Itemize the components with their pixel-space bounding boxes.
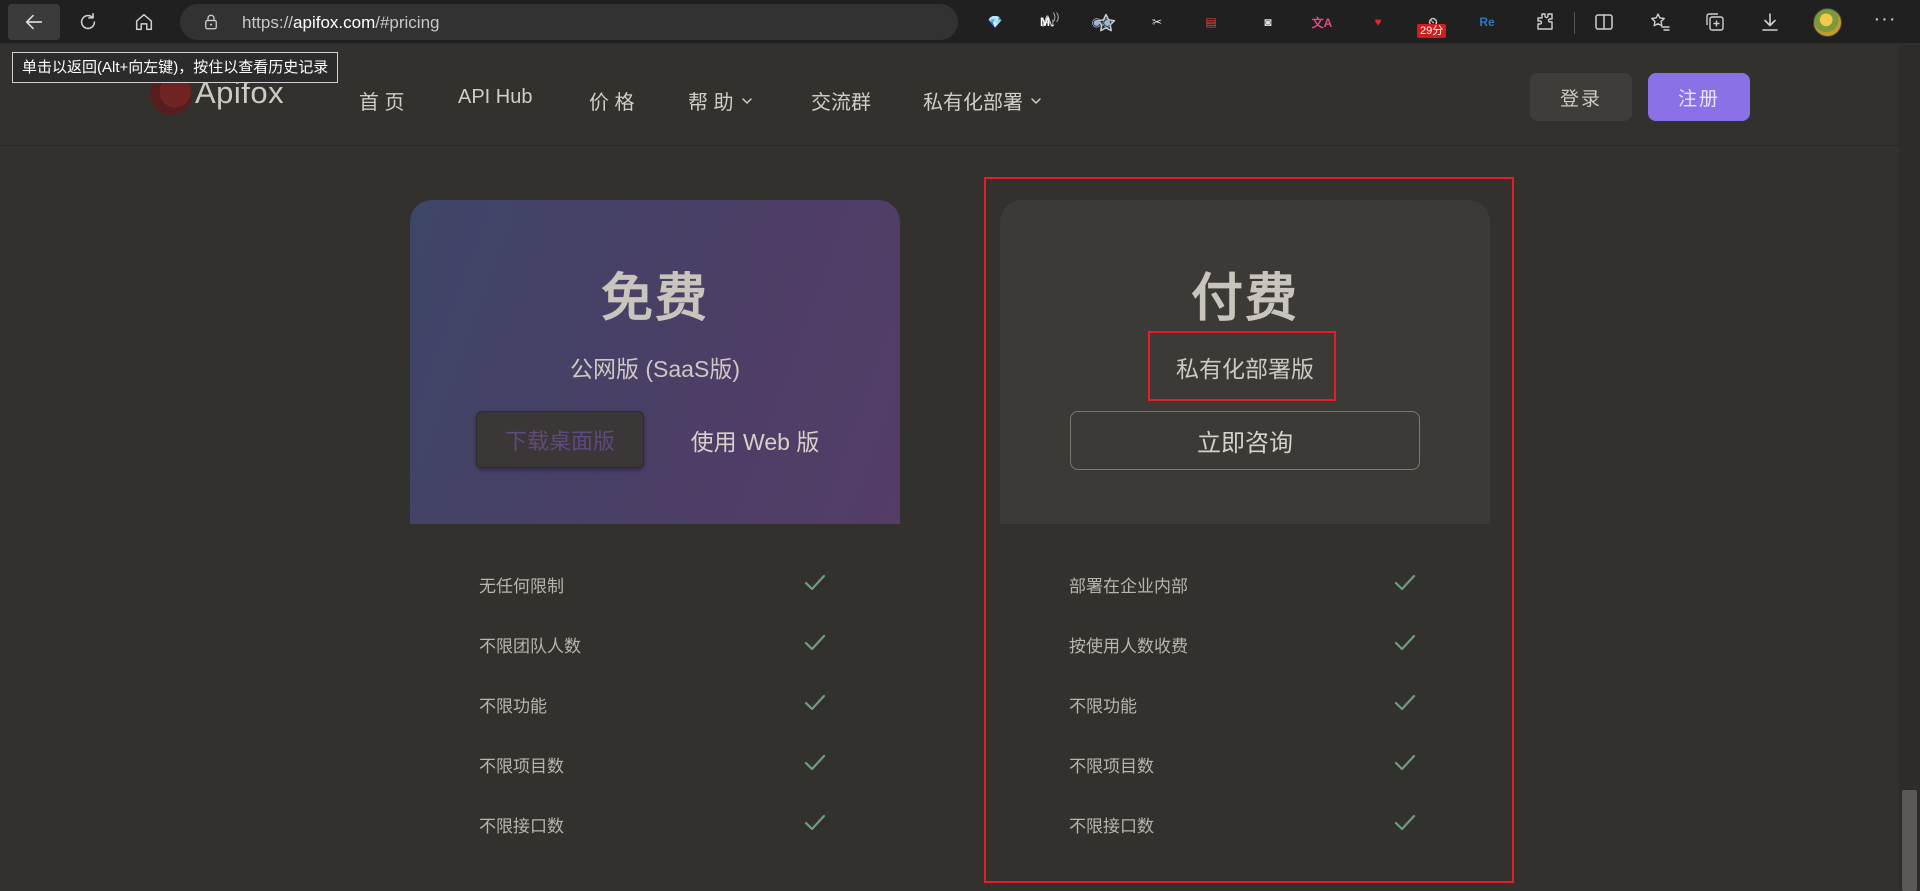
- feature-label: 按使用人数收费: [1069, 637, 1188, 656]
- feature-label: 不限功能: [1069, 697, 1137, 716]
- free-plan-subtitle: 公网版 (SaaS版): [570, 356, 740, 382]
- more-menu-icon[interactable]: ···: [1870, 6, 1900, 36]
- paid-plan-features: 部署在企业内部 按使用人数收费 不限功能不限项目数不限接口数: [1000, 572, 1490, 872]
- checkmark-icon: [1394, 754, 1416, 771]
- nav-home[interactable]: 首 页: [359, 86, 405, 115]
- nav-home-label: 首 页: [359, 92, 405, 114]
- favorites-list-icon[interactable]: [1648, 10, 1672, 34]
- feature-label: 不限团队人数: [479, 637, 581, 656]
- translate-extension-icon[interactable]: 文A: [1310, 10, 1334, 34]
- feature-label: 部署在企业内部: [1069, 577, 1188, 596]
- notes-extension-icon[interactable]: ▤: [1199, 10, 1223, 34]
- free-plan-features: 无任何限制不限团队人数 不限功能不限项目数不限接口数: [410, 572, 900, 872]
- feature-row: 按使用人数收费: [1000, 632, 1490, 692]
- markdown-extension-icon[interactable]: M↓: [1036, 10, 1060, 34]
- url-scheme: https://: [242, 13, 294, 32]
- page-scrollbar-thumb[interactable]: [1902, 790, 1917, 891]
- login-button[interactable]: 登录: [1530, 73, 1632, 121]
- consult-now-button[interactable]: 立即咨询: [1070, 411, 1420, 470]
- glasses-face-extension-icon[interactable]: ◉◉: [1090, 10, 1114, 34]
- feature-label: 不限功能: [479, 697, 547, 716]
- feature-row: 无任何限制: [410, 572, 900, 632]
- use-web-version-button[interactable]: 使用 Web 版: [670, 411, 840, 468]
- scissors-extension-icon[interactable]: ✂: [1145, 10, 1169, 34]
- checkmark-icon: [1394, 814, 1416, 831]
- download-desktop-button[interactable]: 下载桌面版: [476, 411, 644, 468]
- toolbar-divider: [1574, 12, 1575, 34]
- feature-row: 部署在企业内部: [1000, 572, 1490, 632]
- home-icon: [135, 13, 153, 31]
- chevron-down-icon: [1031, 97, 1041, 104]
- mask-extension-icon[interactable]: ◙: [1256, 10, 1280, 34]
- feature-row: 不限项目数: [410, 752, 900, 812]
- checkmark-icon: [1394, 694, 1416, 711]
- arrow-left-icon: [25, 14, 43, 30]
- heart-shield-extension-icon[interactable]: ♥: [1366, 10, 1390, 34]
- address-bar[interactable]: https://apifox.com/#pricing A)): [180, 4, 1116, 40]
- feature-label: 不限接口数: [1069, 817, 1154, 836]
- free-plan-title: 免费: [600, 270, 709, 328]
- nav-community-label: 交流群: [811, 92, 871, 114]
- nav-private-deploy-label: 私有化部署: [923, 92, 1023, 114]
- gem-extension-icon[interactable]: 💎: [983, 10, 1007, 34]
- checkmark-icon: [1394, 634, 1416, 651]
- feature-label: 无任何限制: [479, 577, 564, 596]
- checkmark-icon: [1394, 574, 1416, 591]
- timer-badge: 29分: [1417, 24, 1447, 38]
- feature-label: 不限项目数: [479, 757, 564, 776]
- paid-plan-subtitle: 私有化部署版: [1176, 356, 1314, 382]
- chevron-down-icon: [741, 97, 752, 104]
- extensions-puzzle-icon[interactable]: [1533, 10, 1557, 34]
- nav-help[interactable]: 帮 助: [688, 86, 754, 115]
- downloads-icon[interactable]: [1758, 10, 1782, 34]
- feature-row: 不限接口数: [410, 812, 900, 872]
- split-screen-icon[interactable]: [1592, 10, 1616, 34]
- feature-row: 不限项目数: [1000, 752, 1490, 812]
- checkmark-icon: [804, 574, 826, 591]
- reload-button[interactable]: [62, 4, 114, 40]
- feature-row: 不限功能: [410, 692, 900, 752]
- resume-extension-icon[interactable]: Re: [1475, 10, 1499, 34]
- checkmark-icon: [804, 814, 826, 831]
- checkmark-icon: [804, 634, 826, 651]
- nav-community[interactable]: 交流群: [811, 86, 871, 115]
- collections-icon[interactable]: [1703, 10, 1727, 34]
- back-button[interactable]: [8, 4, 60, 40]
- nav-help-label: 帮 助: [688, 92, 734, 114]
- refresh-icon: [80, 12, 96, 30]
- profile-avatar[interactable]: [1813, 8, 1842, 37]
- nav-api-hub-label: API Hub: [458, 86, 533, 108]
- checkmark-icon: [804, 754, 826, 771]
- nav-api-hub[interactable]: API Hub: [458, 86, 532, 109]
- nav-pricing-label: 价 格: [589, 92, 635, 114]
- feature-label: 不限项目数: [1069, 757, 1154, 776]
- feature-row: 不限团队人数: [410, 632, 900, 692]
- paid-plan-title: 付费: [1190, 270, 1299, 328]
- feature-label: 不限接口数: [479, 817, 564, 836]
- url-text[interactable]: https://apifox.com/#pricing: [242, 13, 440, 33]
- register-button[interactable]: 注册: [1648, 73, 1750, 121]
- paid-plan-card: 付费 私有化部署版 立即咨询: [1000, 200, 1490, 524]
- nav-private-deploy[interactable]: 私有化部署: [923, 86, 1043, 115]
- lock-icon[interactable]: [202, 13, 220, 31]
- url-host: apifox.com: [293, 13, 376, 32]
- checkmark-icon: [804, 694, 826, 711]
- browser-toolbar: https://apifox.com/#pricing A)) 💎 M↓ ◉◉ ✂ ▤ ◙…: [0, 0, 1920, 44]
- back-button-tooltip: 单击以返回(Alt+向左键)，按住以查看历史记录: [12, 52, 339, 83]
- home-button[interactable]: [118, 4, 170, 40]
- feature-row: 不限功能: [1000, 692, 1490, 752]
- feature-row: 不限接口数: [1000, 812, 1490, 872]
- nav-pricing[interactable]: 价 格: [589, 86, 635, 115]
- free-plan-card: 免费 公网版 (SaaS版) 下载桌面版 使用 Web 版: [410, 200, 900, 524]
- url-path: /#pricing: [375, 13, 440, 32]
- page-scrollbar-track[interactable]: [1899, 45, 1920, 891]
